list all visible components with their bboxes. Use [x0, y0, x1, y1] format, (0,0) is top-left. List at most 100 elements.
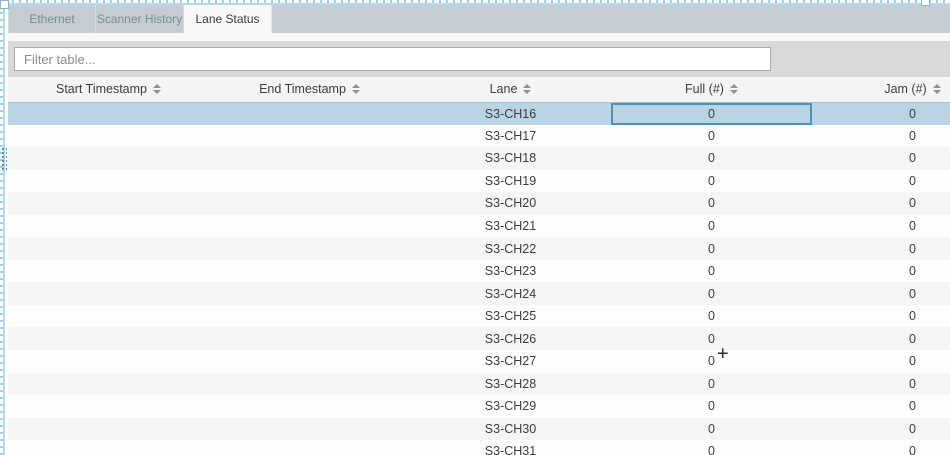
table-row[interactable]: S3-CH17 0 0 — [8, 125, 950, 148]
cell-jam[interactable]: 0 — [812, 102, 950, 125]
table-row[interactable]: S3-CH30 0 0 — [8, 418, 950, 441]
selection-handle-top-right[interactable] — [921, 0, 930, 6]
cell-end[interactable] — [209, 192, 410, 215]
cell-lane[interactable]: S3-CH26 — [410, 327, 611, 350]
table-row[interactable]: S3-CH25 0 0 — [8, 305, 950, 328]
table-row[interactable]: S3-CH22 0 0 — [8, 237, 950, 260]
cell-lane[interactable]: S3-CH18 — [410, 147, 611, 170]
cell-start[interactable] — [8, 170, 209, 193]
cell-lane[interactable]: S3-CH21 — [410, 215, 611, 238]
selection-grab-handle-left[interactable] — [0, 146, 7, 172]
table-row[interactable]: S3-CH19 0 0 — [8, 170, 950, 193]
cell-lane[interactable]: S3-CH22 — [410, 237, 611, 260]
table-row[interactable]: S3-CH21 0 0 — [8, 215, 950, 238]
cell-jam[interactable]: 0 — [812, 418, 950, 441]
cell-jam[interactable]: 0 — [812, 260, 950, 283]
cell-lane[interactable]: S3-CH25 — [410, 305, 611, 328]
cell-lane[interactable]: S3-CH29 — [410, 395, 611, 418]
cell-jam[interactable]: 0 — [812, 147, 950, 170]
cell-full[interactable]: 0 — [611, 147, 812, 170]
cell-jam[interactable]: 0 — [812, 327, 950, 350]
cell-end[interactable] — [209, 170, 410, 193]
cell-start[interactable] — [8, 350, 209, 373]
cell-start[interactable] — [8, 260, 209, 283]
column-header-end-timestamp[interactable]: End Timestamp — [209, 77, 410, 102]
cell-end[interactable] — [209, 327, 410, 350]
cell-jam[interactable]: 0 — [812, 373, 950, 396]
cell-full[interactable]: 0 — [611, 305, 812, 328]
cell-start[interactable] — [8, 327, 209, 350]
column-header-start-timestamp[interactable]: Start Timestamp — [8, 77, 209, 102]
cell-lane[interactable]: S3-CH27 — [410, 350, 611, 373]
cell-end[interactable] — [209, 350, 410, 373]
cell-start[interactable] — [8, 147, 209, 170]
cell-start[interactable] — [8, 215, 209, 238]
cell-end[interactable] — [209, 215, 410, 238]
cell-end[interactable] — [209, 147, 410, 170]
tab-lane-status[interactable]: Lane Status — [184, 5, 272, 33]
cell-jam[interactable]: 0 — [812, 215, 950, 238]
column-header-full[interactable]: Full (#) — [611, 77, 812, 102]
cell-start[interactable] — [8, 192, 209, 215]
cell-full[interactable]: 0 — [611, 373, 812, 396]
cell-full[interactable]: 0 — [611, 395, 812, 418]
cell-jam[interactable]: 0 — [812, 305, 950, 328]
cell-jam[interactable]: 0 — [812, 282, 950, 305]
cell-end[interactable] — [209, 282, 410, 305]
table-row[interactable]: S3-CH31 0 0 — [8, 440, 950, 455]
cell-lane[interactable]: S3-CH28 — [410, 373, 611, 396]
cell-start[interactable] — [8, 125, 209, 148]
cell-start[interactable] — [8, 418, 209, 441]
cell-full-focused[interactable]: 0 — [611, 102, 812, 125]
cell-end[interactable] — [209, 395, 410, 418]
table-row[interactable]: S3-CH20 0 0 — [8, 192, 950, 215]
cell-jam[interactable]: 0 — [812, 125, 950, 148]
cell-start[interactable] — [8, 282, 209, 305]
cell-start[interactable] — [8, 237, 209, 260]
cell-full[interactable]: 0 — [611, 170, 812, 193]
cell-full[interactable]: 0 — [611, 260, 812, 283]
tab-ethernet[interactable]: Ethernet — [8, 5, 96, 33]
table-row[interactable]: S3-CH28 0 0 — [8, 373, 950, 396]
cell-end[interactable] — [209, 125, 410, 148]
cell-lane[interactable]: S3-CH17 — [410, 125, 611, 148]
cell-lane[interactable]: S3-CH20 — [410, 192, 611, 215]
cell-lane[interactable]: S3-CH31 — [410, 440, 611, 455]
cell-jam[interactable]: 0 — [812, 395, 950, 418]
table-row[interactable]: S3-CH27 0 0 — [8, 350, 950, 373]
cell-full[interactable]: 0 — [611, 440, 812, 455]
table-row[interactable]: S3-CH23 0 0 — [8, 260, 950, 283]
cell-lane[interactable]: S3-CH16 — [410, 102, 611, 125]
table-row-selected[interactable]: S3-CH16 0 0 — [8, 102, 950, 125]
cell-end[interactable] — [209, 373, 410, 396]
cell-jam[interactable]: 0 — [812, 237, 950, 260]
cell-end[interactable] — [209, 440, 410, 455]
cell-full[interactable]: 0 — [611, 350, 812, 373]
cell-jam[interactable]: 0 — [812, 170, 950, 193]
cell-start[interactable] — [8, 440, 209, 455]
cell-full[interactable]: 0 — [611, 282, 812, 305]
cell-end[interactable] — [209, 305, 410, 328]
cell-start[interactable] — [8, 102, 209, 125]
tab-scanner-history[interactable]: Scanner History — [96, 5, 184, 33]
cell-jam[interactable]: 0 — [812, 192, 950, 215]
column-header-lane[interactable]: Lane — [410, 77, 611, 102]
cell-full[interactable]: 0 — [611, 215, 812, 238]
column-header-jam[interactable]: Jam (#) — [812, 77, 950, 102]
cell-full[interactable]: 0 — [611, 237, 812, 260]
filter-table-input[interactable] — [14, 47, 771, 71]
table-row[interactable]: S3-CH26 0 0 — [8, 327, 950, 350]
cell-end[interactable] — [209, 418, 410, 441]
cell-start[interactable] — [8, 305, 209, 328]
cell-end[interactable] — [209, 260, 410, 283]
cell-full[interactable]: 0 — [611, 418, 812, 441]
table-row[interactable]: S3-CH18 0 0 — [8, 147, 950, 170]
cell-jam[interactable]: 0 — [812, 440, 950, 455]
cell-full[interactable]: 0 — [611, 125, 812, 148]
table-row[interactable]: S3-CH24 0 0 — [8, 282, 950, 305]
cell-lane[interactable]: S3-CH30 — [410, 418, 611, 441]
table-row[interactable]: S3-CH29 0 0 — [8, 395, 950, 418]
cell-lane[interactable]: S3-CH19 — [410, 170, 611, 193]
cell-jam[interactable]: 0 — [812, 350, 950, 373]
cell-end[interactable] — [209, 102, 410, 125]
